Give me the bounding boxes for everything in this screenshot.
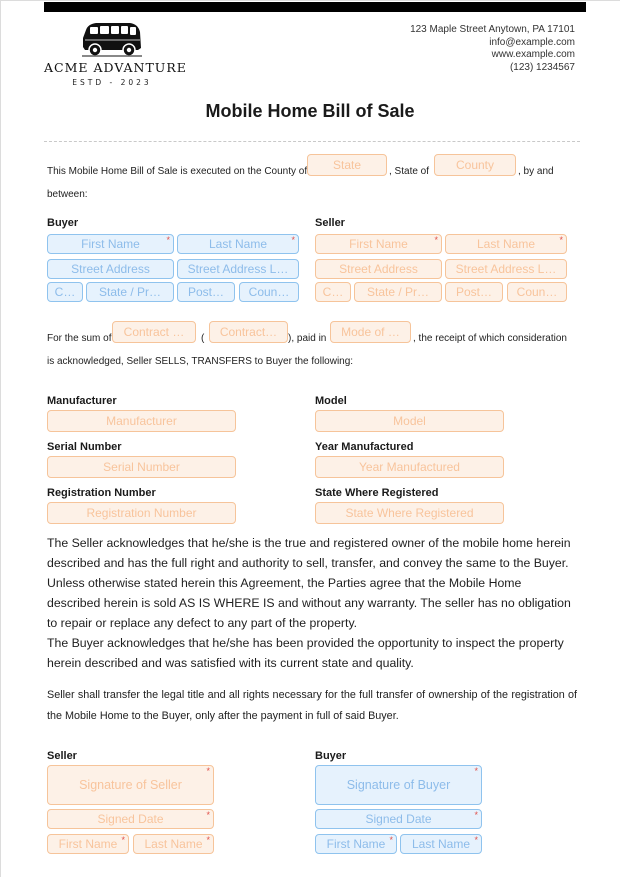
manufacturer-field[interactable]: Manufacturer bbox=[47, 410, 236, 432]
manufacturer-label: Manufacturer bbox=[47, 395, 117, 407]
sum-text-paid-in: ), paid in bbox=[288, 333, 327, 344]
transfer-clause: Seller shall transfer the legal title an… bbox=[47, 689, 577, 722]
seller-street-address-line2-field[interactable]: Street Address L… bbox=[445, 259, 567, 279]
sum-text-line2: is acknowledged, Seller SELLS, TRANSFERS… bbox=[47, 356, 354, 367]
buyer-postal-field[interactable]: Post… bbox=[177, 282, 235, 302]
buyer-first-name-field[interactable]: First Name bbox=[47, 234, 174, 254]
company-logo: ACME ADVANTURE ESTD - 2023 bbox=[44, 20, 187, 96]
seller-signed-date-field[interactable]: Signed Date bbox=[47, 809, 214, 829]
serial-number-field[interactable]: Serial Number bbox=[47, 456, 236, 478]
intro-text-before: This Mobile Home Bill of Sale is execute… bbox=[47, 166, 308, 177]
model-field[interactable]: Model bbox=[315, 410, 504, 432]
buyer-city-field[interactable]: C… bbox=[47, 282, 83, 302]
seller-signature-first-name-field[interactable]: First Name bbox=[47, 834, 129, 854]
sum-text-before: For the sum of bbox=[47, 333, 112, 344]
seller-first-name-field[interactable]: First Name bbox=[315, 234, 442, 254]
year-manufactured-field[interactable]: Year Manufactured bbox=[315, 456, 504, 478]
acknowledgement-paragraph: The Seller acknowledges that he/she is t… bbox=[47, 533, 577, 673]
seller-signature-last-name-field[interactable]: Last Name bbox=[133, 834, 214, 854]
acknowledgement-line: The Seller acknowledges that he/she is t… bbox=[47, 536, 571, 550]
contact-address: 123 Maple Street Anytown, PA 17101 bbox=[410, 24, 575, 35]
acknowledgement-line: The Buyer acknowledges that he/she has b… bbox=[47, 636, 564, 650]
van-icon bbox=[82, 23, 142, 57]
title-divider bbox=[44, 141, 580, 142]
acknowledgement-line: to repair or replace any defect to any p… bbox=[47, 616, 358, 630]
seller-state-field[interactable]: State / Pr… bbox=[354, 282, 442, 302]
buyer-signature-last-name-field[interactable]: Last Name bbox=[400, 834, 482, 854]
registration-number-label: Registration Number bbox=[47, 487, 156, 499]
buyer-signature-first-name-field[interactable]: First Name bbox=[315, 834, 397, 854]
company-contact: 123 Maple Street Anytown, PA 17101 info@… bbox=[410, 24, 575, 75]
buyer-signature-label: Buyer bbox=[315, 750, 347, 762]
acknowledgement-line: described herein is sold AS IS WHERE IS … bbox=[47, 596, 571, 610]
contract-amount-words-field[interactable]: Contract… bbox=[209, 321, 288, 343]
acknowledgement-line: Unless otherwise stated herein this Agre… bbox=[47, 576, 522, 590]
seller-signature-field[interactable]: Signature of Seller bbox=[47, 765, 214, 805]
seller-last-name-field[interactable]: Last Name bbox=[445, 234, 567, 254]
intro-text-line2: between: bbox=[47, 189, 88, 200]
seller-postal-field[interactable]: Post… bbox=[445, 282, 503, 302]
state-registered-label: State Where Registered bbox=[315, 487, 439, 499]
acknowledgement-line: herein described and was satisfied with … bbox=[47, 656, 414, 670]
contract-amount-field[interactable]: Contract … bbox=[112, 321, 196, 343]
contact-website: www.example.com bbox=[491, 49, 575, 61]
seller-street-address-field[interactable]: Street Address bbox=[315, 259, 442, 279]
buyer-street-address-field[interactable]: Street Address bbox=[47, 259, 174, 279]
contact-email: info@example.com bbox=[489, 36, 575, 48]
page-border bbox=[0, 0, 620, 877]
sum-paren-open: ( bbox=[201, 333, 205, 344]
header-bar bbox=[44, 2, 586, 12]
serial-number-label: Serial Number bbox=[47, 441, 122, 453]
seller-signature-label: Seller bbox=[47, 750, 77, 762]
seller-city-field[interactable]: C… bbox=[315, 282, 351, 302]
registration-number-field[interactable]: Registration Number bbox=[47, 502, 236, 524]
buyer-label: Buyer bbox=[47, 217, 79, 229]
seller-country-field[interactable]: Coun… bbox=[507, 282, 567, 302]
buyer-state-field[interactable]: State / Pr… bbox=[86, 282, 174, 302]
company-established: ESTD - 2023 bbox=[72, 78, 152, 87]
intro-state-field[interactable]: State bbox=[307, 154, 387, 176]
buyer-last-name-field[interactable]: Last Name bbox=[177, 234, 299, 254]
buyer-country-field[interactable]: Coun… bbox=[239, 282, 299, 302]
buyer-signed-date-field[interactable]: Signed Date bbox=[315, 809, 482, 829]
model-label: Model bbox=[315, 395, 347, 407]
state-registered-field[interactable]: State Where Registered bbox=[315, 502, 504, 524]
payment-mode-field[interactable]: Mode of … bbox=[330, 321, 411, 343]
acknowledgement-line: described and has the full right and aut… bbox=[47, 556, 569, 570]
document-title: Mobile Home Bill of Sale bbox=[205, 101, 415, 121]
buyer-street-address-line2-field[interactable]: Street Address L… bbox=[177, 259, 299, 279]
seller-label: Seller bbox=[315, 217, 345, 229]
year-manufactured-label: Year Manufactured bbox=[315, 441, 414, 453]
intro-text-after: , by and bbox=[518, 166, 554, 177]
company-name: ACME ADVANTURE bbox=[44, 60, 187, 75]
contact-phone: (123) 1234567 bbox=[509, 62, 575, 74]
intro-text-middle: , State of bbox=[389, 166, 430, 177]
intro-county-field[interactable]: County bbox=[434, 154, 516, 176]
buyer-signature-field[interactable]: Signature of Buyer bbox=[315, 765, 482, 805]
sum-text-after: , the receipt of which consideration bbox=[413, 333, 567, 344]
